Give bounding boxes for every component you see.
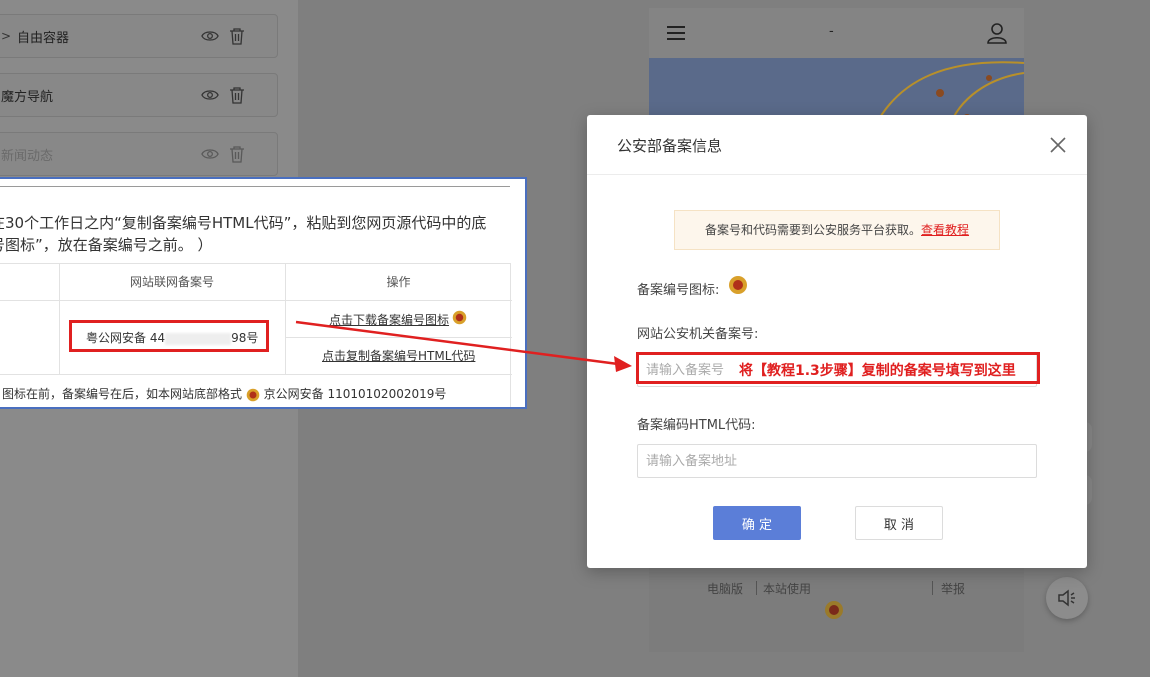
download-icon-link[interactable]: 点击下载备案编号图标 xyxy=(329,311,449,328)
record-prefix: 粤公网安备 44 xyxy=(86,331,166,345)
format-note: 图标在前，备案编号在后，如本网站底部格式 京公网安备 1101010200201… xyxy=(2,387,447,401)
trash-icon[interactable] xyxy=(229,145,245,163)
mobile-title: - xyxy=(829,24,834,39)
eye-icon[interactable] xyxy=(201,86,219,104)
police-emblem-icon xyxy=(825,601,843,619)
confirm-button[interactable]: 确 定 xyxy=(713,506,801,540)
notice-banner: 备案号和代码需要到公安服务平台获取。查看教程 xyxy=(674,210,1000,250)
chevron-right-icon[interactable]: > xyxy=(1,29,11,43)
html-code-field[interactable] xyxy=(637,444,1037,478)
table-header-action: 操作 xyxy=(386,275,411,289)
dialog-title: 公安部备案信息 xyxy=(617,137,723,155)
tutorial-screenshot: 在30个工作日之内“复制备案编号HTML代码”，粘贴到您网页源代码中的底 号图标… xyxy=(0,177,527,409)
cancel-button[interactable]: 取 消 xyxy=(855,506,943,540)
police-emblem-icon xyxy=(246,388,260,401)
footer-link-usage[interactable]: 本站使用 xyxy=(763,580,811,597)
component-item-rubik-nav[interactable]: 魔方导航 xyxy=(0,73,278,117)
annotation-text: 将【教程1.3步骤】复制的备案号填写到这里 xyxy=(739,363,1016,379)
component-item-label: 自由容器 xyxy=(17,30,70,46)
blurred-digits xyxy=(165,332,232,345)
html-code-input[interactable] xyxy=(638,445,1036,477)
notice-text: 备案号和代码需要到公安服务平台获取。 xyxy=(704,223,921,237)
close-icon[interactable] xyxy=(1049,136,1067,154)
record-number-label: 网站公安机关备案号: xyxy=(637,327,759,342)
html-code-label: 备案编码HTML代码: xyxy=(637,418,756,433)
record-suffix: 98号 xyxy=(231,331,259,345)
annotation-highlight: 将【教程1.3步骤】复制的备案号填写到这里 xyxy=(636,352,1040,384)
trash-icon[interactable] xyxy=(229,86,245,104)
police-emblem-icon xyxy=(452,310,467,325)
icon-label: 备案编号图标: xyxy=(637,283,720,298)
tutorial-text-line2: 号图标”，放在备案编号之前。 ） xyxy=(0,236,213,254)
speaker-button[interactable] xyxy=(1046,577,1088,619)
view-tutorial-link[interactable]: 查看教程 xyxy=(921,223,969,237)
footer-separator xyxy=(932,581,933,595)
eye-icon[interactable] xyxy=(201,27,219,45)
security-record-dialog: 公安部备案信息 备案号和代码需要到公安服务平台获取。查看教程 备案编号图标: 网… xyxy=(587,115,1087,568)
tutorial-text-line1: 在30个工作日之内“复制备案编号HTML代码”，粘贴到您网页源代码中的底 xyxy=(0,214,487,232)
speaker-icon xyxy=(1058,589,1075,607)
table-header-record: 网站联网备案号 xyxy=(129,275,214,289)
dialog-header: 公安部备案信息 xyxy=(587,115,1087,175)
divider xyxy=(0,186,510,187)
trash-icon[interactable] xyxy=(229,27,245,45)
component-item-label: 魔方导航 xyxy=(1,89,54,105)
component-item-free-container[interactable]: > 自由容器 xyxy=(0,14,278,58)
record-number-highlight: 粤公网安备 44 98号 xyxy=(69,320,269,352)
component-item-label: 新闻动态 xyxy=(1,148,54,164)
mobile-header: - xyxy=(649,8,1024,58)
footer-separator xyxy=(756,581,757,595)
menu-icon[interactable] xyxy=(667,26,685,40)
eye-off-icon[interactable] xyxy=(201,145,219,163)
footer-link-desktop[interactable]: 电脑版 xyxy=(707,580,743,597)
footer-link-report[interactable]: 举报 xyxy=(941,580,965,597)
police-emblem-icon xyxy=(729,276,747,294)
component-item-news[interactable]: 新闻动态 xyxy=(0,132,278,176)
copy-html-link[interactable]: 点击复制备案编号HTML代码 xyxy=(322,347,475,364)
user-icon[interactable] xyxy=(986,22,1008,44)
